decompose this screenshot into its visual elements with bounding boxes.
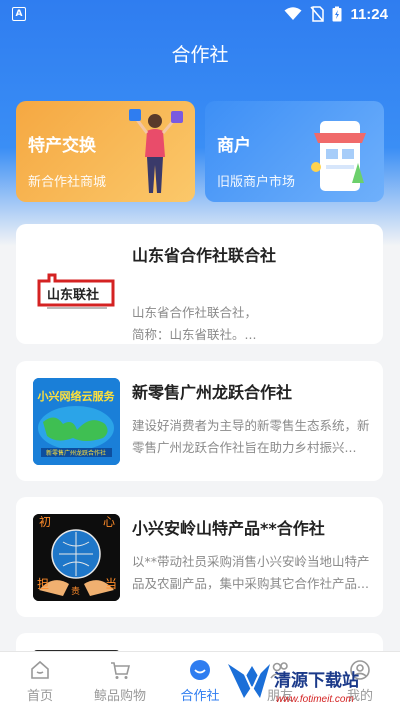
logo-char: 当 — [105, 577, 117, 591]
coop-list-item[interactable]: 初 心 担 责 当 小兴安岭山特产品**合作社 以**带动社员采购消售小兴安岭当… — [16, 497, 383, 617]
coop-logo: 小兴网络云服务 新零售广州龙跃合作社 — [33, 378, 120, 465]
tab-label: 首页 — [26, 688, 53, 704]
coop-description: 以**带动社员采购消售小兴安岭当地山特产品及农副产品，集中采购其它合作社产品..… — [132, 554, 370, 591]
status-bar: A 11:24 — [0, 0, 400, 28]
logo-char: 担 — [37, 577, 49, 591]
card-title: 商户 — [217, 136, 251, 156]
coop-logo: 山东联社 — [33, 241, 120, 328]
coop-description-text: 山东省合作社联合社， 简称：山东省联社。... — [132, 305, 258, 342]
coop-list-item[interactable]: 山东联社 山东省合作社联合社 山东省合作社联合社， 简称：山东省联社。... — [16, 224, 383, 344]
logo-title-text: 小兴网络云服务 — [37, 389, 116, 403]
coop-icon — [190, 659, 210, 680]
logo-text: 山东联社 — [47, 287, 99, 303]
home-icon — [31, 660, 49, 679]
coop-description: 山东省合作社联合社， 简称：山东省联社。... — [132, 280, 372, 346]
tab-shopping[interactable]: 鲸品购物 — [80, 652, 160, 710]
coop-list-item[interactable]: 小兴网络云服务 新零售广州龙跃合作社 新零售广州龙跃合作社 建设好消费者为主导的… — [16, 361, 383, 481]
coop-name: 山东省合作社联合社 — [132, 246, 277, 265]
coop-name: 新零售广州龙跃合作社 — [132, 383, 293, 402]
coop-logo: 初 心 担 责 当 — [33, 514, 120, 601]
coop-name: 小兴安岭山特产品**合作社 — [132, 519, 325, 538]
logo-char: 责 — [71, 585, 80, 597]
wifi-icon — [284, 7, 302, 20]
page-title: 合作社 — [171, 44, 229, 66]
tab-label: 合作社 — [180, 688, 220, 704]
shopping-woman-illustration — [129, 109, 183, 193]
coop-description: 建设好消费者为主导的新零售生态系统，新零售广州龙跃合作社旨在助力乡村振兴... — [132, 418, 370, 455]
watermark-text: 清源下载站 — [274, 670, 359, 691]
card-subtitle: 旧版商户市场 — [217, 175, 296, 190]
card-subtitle: 新合作社商城 — [28, 175, 107, 190]
tab-label: 鲸品购物 — [93, 688, 146, 704]
tab-home[interactable]: 首页 — [0, 652, 80, 710]
special-exchange-card[interactable]: 特产交换 新合作社商城 — [16, 101, 195, 202]
logo-char: 初 — [39, 515, 51, 529]
logo-char: 心 — [103, 515, 115, 529]
no-sim-icon — [310, 6, 325, 22]
status-time: 11:24 — [350, 5, 388, 23]
card-title: 特产交换 — [28, 136, 96, 156]
app-icon: A — [12, 7, 26, 21]
battery-charging-icon — [332, 6, 342, 22]
merchant-card[interactable]: 商户 旧版商户市场 — [205, 101, 384, 202]
watermark-logo: 清源下载站 www.fotimeit.com — [228, 664, 359, 705]
watermark-url: www.fotimeit.com — [276, 694, 354, 705]
logo-sub-text: 新零售广州龙跃合作社 — [46, 449, 106, 457]
cart-icon — [111, 661, 131, 679]
phone-store-illustration — [311, 121, 366, 191]
